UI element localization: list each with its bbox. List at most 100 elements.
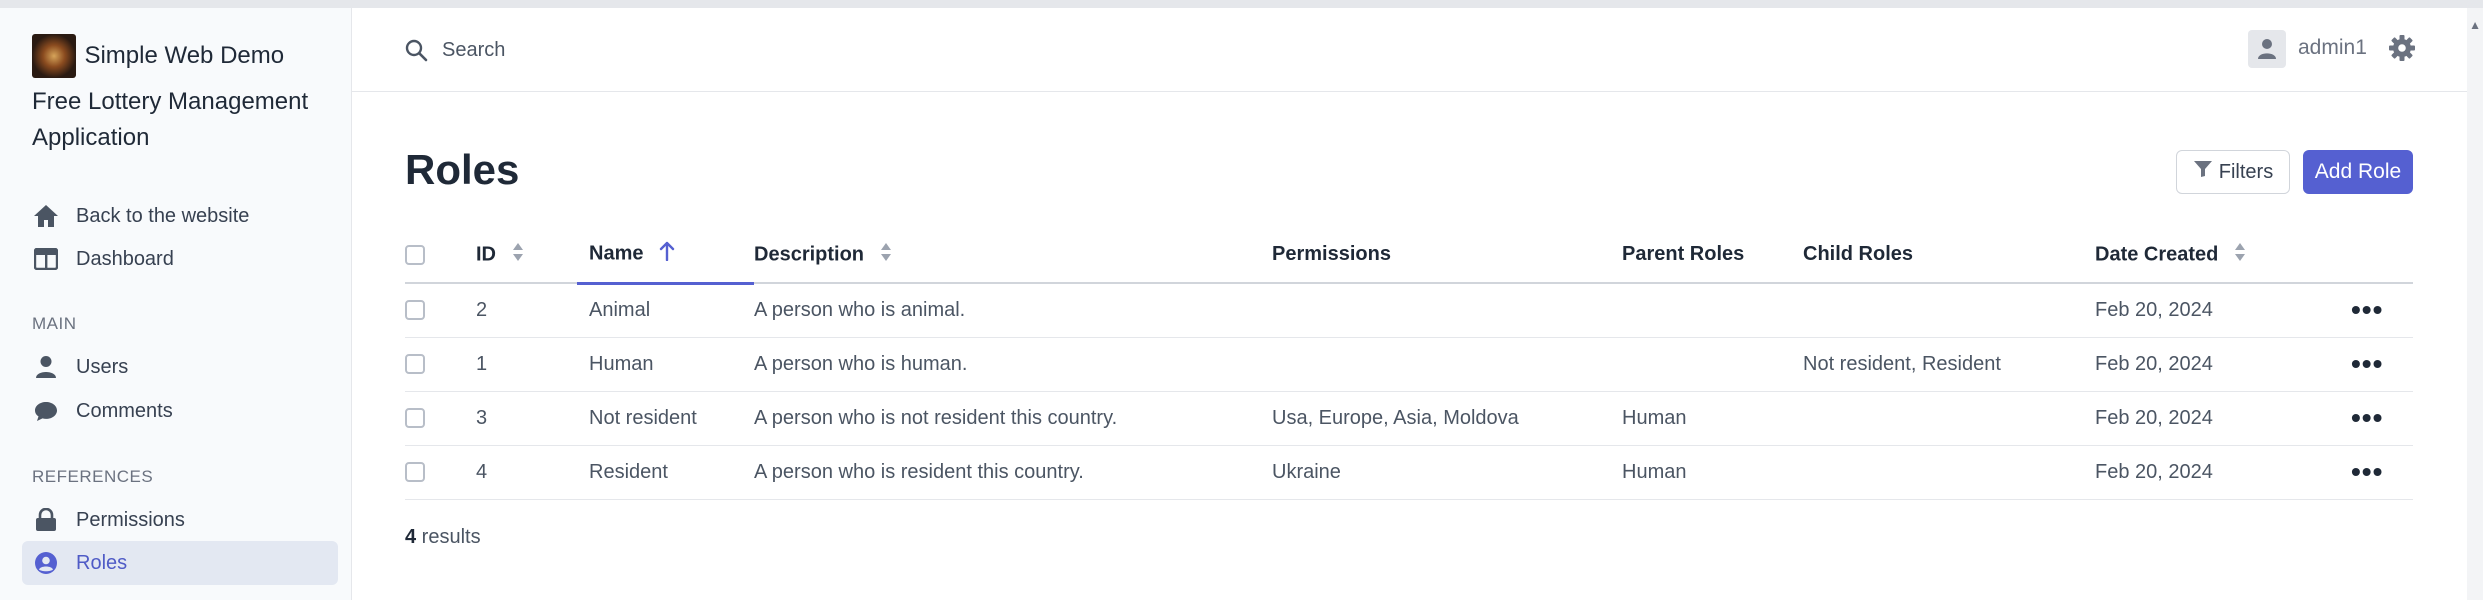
column-header-date-created[interactable]: Date Created [2095, 227, 2351, 284]
cell-name: Resident [577, 445, 754, 500]
cell-description: A person who is animal. [754, 283, 1272, 338]
roles-table: ID Name Description Permissions Parent R… [405, 227, 2413, 500]
top-header: admin1 [352, 8, 2483, 92]
column-header-permissions: Permissions [1272, 227, 1622, 284]
sort-both-icon [512, 242, 524, 268]
filters-button-label: Filters [2218, 160, 2274, 183]
results-number: 4 [405, 526, 417, 548]
row-checkbox[interactable] [405, 354, 425, 375]
cell-date-created: Feb 20, 2024 [2095, 337, 2351, 392]
results-label: results [416, 526, 481, 548]
table-row[interactable]: 2 Animal A person who is animal. Feb 20,… [405, 283, 2413, 338]
user-circle-icon [32, 549, 60, 577]
cell-id: 3 [476, 391, 577, 446]
cell-parent-roles: Human [1622, 391, 1803, 446]
sort-both-icon [2234, 242, 2246, 268]
home-icon [32, 202, 60, 230]
cell-child-roles [1803, 445, 2095, 500]
cell-description: A person who is resident this country. [754, 445, 1272, 500]
add-role-button[interactable]: Add Role [2303, 150, 2413, 194]
cell-id: 2 [476, 283, 577, 338]
cell-id: 1 [476, 337, 577, 392]
sidebar-item-permissions[interactable]: Permissions [22, 498, 338, 542]
sidebar: Simple Web Demo Free Lottery Management … [0, 8, 352, 600]
comment-icon [32, 397, 60, 425]
column-header-actions [2351, 227, 2413, 284]
cell-permissions: Ukraine [1272, 445, 1622, 500]
dashboard-icon [32, 245, 60, 273]
window-top-strip [0, 0, 2483, 8]
cell-child-roles [1803, 283, 2095, 338]
select-all-cell [405, 227, 476, 284]
row-checkbox[interactable] [405, 300, 425, 321]
row-actions-menu-icon[interactable]: ••• [2351, 456, 2383, 487]
sidebar-item-label: Back to the website [76, 204, 250, 227]
cell-id: 4 [476, 445, 577, 500]
table-row[interactable]: 3 Not resident A person who is not resid… [405, 391, 2413, 446]
sidebar-item-label: Comments [76, 399, 173, 422]
sidebar-item-label: Dashboard [76, 247, 174, 270]
sidebar-item-users[interactable]: Users [22, 345, 338, 389]
column-header-label: Description [754, 242, 865, 265]
column-header-label: ID [476, 242, 496, 265]
search-input[interactable] [442, 32, 1042, 68]
cell-date-created: Feb 20, 2024 [2095, 391, 2351, 446]
cell-parent-roles [1622, 337, 1803, 392]
user-name[interactable]: admin1 [2298, 36, 2367, 60]
brand-logo [32, 34, 76, 78]
column-header-id[interactable]: ID [476, 227, 577, 284]
column-header-child-roles: Child Roles [1803, 227, 2095, 284]
cell-parent-roles: Human [1622, 445, 1803, 500]
page-title: Roles [405, 146, 520, 193]
sort-both-icon [880, 242, 892, 268]
row-actions-menu-icon[interactable]: ••• [2351, 402, 2383, 433]
cell-date-created: Feb 20, 2024 [2095, 283, 2351, 338]
cell-description: A person who is human. [754, 337, 1272, 392]
sidebar-item-label: Users [76, 355, 129, 378]
section-header-references: REFERENCES [32, 467, 154, 486]
column-header-parent-roles: Parent Roles [1622, 227, 1803, 284]
row-checkbox[interactable] [405, 408, 425, 429]
select-all-checkbox[interactable] [405, 244, 425, 265]
scrollbar[interactable]: ▲ [2467, 8, 2483, 600]
section-header-main: MAIN [32, 314, 77, 333]
cell-child-roles [1803, 391, 2095, 446]
filters-button[interactable]: Filters [2176, 150, 2290, 194]
cell-name: Human [577, 337, 754, 392]
sidebar-item-roles[interactable]: Roles [22, 541, 338, 585]
brand-subtitle: Free Lottery Management Application [32, 88, 309, 151]
column-header-description[interactable]: Description [754, 227, 1272, 284]
cell-parent-roles [1622, 283, 1803, 338]
results-count: 4 results [405, 526, 481, 549]
cell-permissions: Usa, Europe, Asia, Moldova [1272, 391, 1622, 446]
gear-icon[interactable] [2388, 34, 2418, 64]
filter-icon [2193, 160, 2213, 184]
sidebar-item-dashboard[interactable]: Dashboard [22, 237, 338, 281]
column-header-name[interactable]: Name [577, 227, 754, 285]
row-actions-menu-icon[interactable]: ••• [2351, 294, 2383, 325]
cell-permissions [1272, 283, 1622, 338]
brand[interactable]: Simple Web Demo Free Lottery Management … [32, 34, 332, 156]
row-checkbox[interactable] [405, 462, 425, 483]
lock-icon [32, 506, 60, 534]
sidebar-item-back-to-website[interactable]: Back to the website [22, 194, 338, 238]
column-header-label: Name [589, 242, 644, 265]
brand-title: Simple Web Demo [84, 42, 285, 69]
cell-name: Not resident [577, 391, 754, 446]
avatar[interactable] [2248, 30, 2286, 68]
column-header-label: Date Created [2095, 242, 2219, 265]
cell-description: A person who is not resident this countr… [754, 391, 1272, 446]
cell-name: Animal [577, 283, 754, 338]
cell-date-created: Feb 20, 2024 [2095, 445, 2351, 500]
table-header-row: ID Name Description Permissions Parent R… [405, 227, 2413, 285]
table-row[interactable]: 1 Human A person who is human. Not resid… [405, 337, 2413, 392]
table-row[interactable]: 4 Resident A person who is resident this… [405, 445, 2413, 500]
sidebar-item-label: Permissions [76, 508, 185, 531]
sort-ascending-icon [659, 241, 675, 267]
user-icon [32, 353, 60, 381]
scroll-up-icon[interactable]: ▲ [2469, 18, 2481, 32]
row-actions-menu-icon[interactable]: ••• [2351, 348, 2383, 379]
sidebar-item-label: Roles [76, 551, 128, 574]
cell-child-roles: Not resident, Resident [1803, 337, 2095, 392]
sidebar-item-comments[interactable]: Comments [22, 389, 338, 433]
